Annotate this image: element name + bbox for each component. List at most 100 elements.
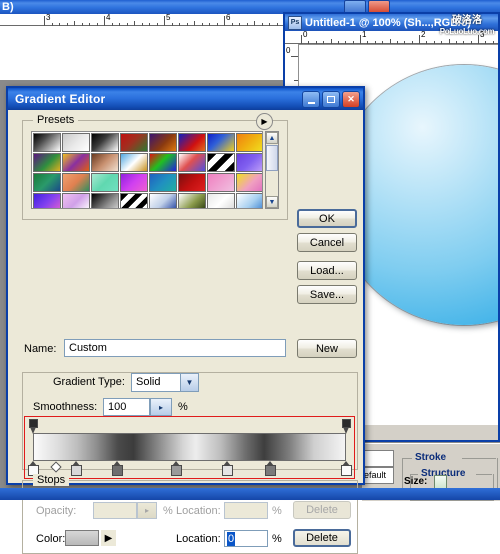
- load-button[interactable]: Load...: [297, 261, 357, 280]
- preset-swatch[interactable]: [207, 133, 235, 152]
- doc-ruler-minor-tick: [455, 41, 457, 44]
- color-stop-marker[interactable]: [265, 461, 277, 476]
- stroke-size-stop-icon[interactable]: [434, 475, 447, 489]
- preset-swatch[interactable]: [178, 153, 206, 172]
- opacity-location-unit: %: [272, 505, 282, 517]
- preset-swatch[interactable]: [236, 133, 262, 152]
- color-location-input[interactable]: 0: [224, 530, 268, 547]
- doc-ruler-minor-tick: [352, 41, 354, 44]
- stroke-line-right: [462, 458, 496, 459]
- gradient-editor-window-buttons[interactable]: ✕: [302, 91, 360, 108]
- scrollbar-thumb[interactable]: [266, 145, 278, 171]
- name-input[interactable]: Custom: [64, 339, 286, 357]
- preset-swatch[interactable]: [207, 193, 235, 208]
- preset-swatch[interactable]: [91, 153, 119, 172]
- taskbar[interactable]: [0, 488, 500, 500]
- presets-group: Presets ▶ ▲ ▼: [22, 113, 288, 220]
- layer-style-default-box[interactable]: efault: [362, 467, 394, 484]
- smoothness-slider-arrow-icon[interactable]: ▸: [150, 398, 172, 416]
- preset-swatch[interactable]: [33, 193, 61, 208]
- opacity-stop-marker[interactable]: [341, 419, 351, 435]
- preset-menu-arrow-icon[interactable]: ▶: [256, 113, 273, 130]
- triangle-right-icon[interactable]: ▶: [101, 530, 116, 546]
- doc-ruler-minor-tick: [485, 41, 487, 44]
- ruler-major-tick: [164, 16, 165, 26]
- preset-swatch[interactable]: [62, 133, 90, 152]
- maximize-icon[interactable]: [322, 91, 340, 108]
- color-stop-marker[interactable]: [71, 461, 83, 476]
- chevron-down-icon[interactable]: ▼: [266, 196, 278, 208]
- color-stop-marker[interactable]: [221, 461, 233, 476]
- save-button[interactable]: Save...: [297, 285, 357, 304]
- ok-button[interactable]: OK: [297, 209, 357, 228]
- color-delete-button[interactable]: Delete: [293, 529, 351, 547]
- preset-swatch[interactable]: [33, 153, 61, 172]
- doc-ruler-minor-tick: [308, 41, 310, 44]
- preset-swatch[interactable]: [33, 133, 61, 152]
- cancel-button[interactable]: Cancel: [297, 233, 357, 252]
- gradient-preview-bar[interactable]: [33, 433, 346, 461]
- preset-swatch[interactable]: [236, 193, 262, 208]
- preset-swatch[interactable]: [178, 133, 206, 152]
- doc-vruler-tick: [291, 56, 298, 57]
- preset-swatch[interactable]: [149, 153, 177, 172]
- smoothness-input[interactable]: 100: [103, 398, 150, 416]
- color-stop-square: [340, 465, 352, 476]
- preset-swatch[interactable]: [236, 153, 262, 172]
- presets-label: Presets: [33, 114, 79, 126]
- preset-swatch[interactable]: [120, 173, 148, 192]
- preset-swatch[interactable]: [207, 153, 235, 172]
- layer-style-box-top[interactable]: [362, 450, 394, 467]
- presets-swatch-list[interactable]: [31, 131, 263, 209]
- preset-swatch[interactable]: [178, 193, 206, 208]
- doc-ruler-minor-tick: [426, 41, 428, 44]
- gradient-type-select[interactable]: Solid ▼: [131, 373, 199, 392]
- minimize-icon[interactable]: [302, 91, 320, 108]
- preset-swatch[interactable]: [62, 153, 90, 172]
- preset-swatch[interactable]: [62, 173, 90, 192]
- preset-swatch[interactable]: [207, 173, 235, 192]
- doc-ruler-minor-tick: [492, 41, 494, 44]
- preset-swatch[interactable]: [149, 133, 177, 152]
- preset-swatch[interactable]: [178, 173, 206, 192]
- preset-swatch[interactable]: [149, 193, 177, 208]
- color-stop-square: [221, 465, 233, 476]
- gradient-editor-titlebar[interactable]: Gradient Editor ✕: [8, 88, 363, 110]
- application-title: B): [2, 1, 14, 13]
- close-icon[interactable]: ✕: [342, 91, 360, 108]
- doc-ruler-tick-label: 1: [362, 30, 367, 39]
- ruler-tick-label: 4: [106, 13, 111, 22]
- color-stops-track[interactable]: [27, 461, 352, 477]
- gradient-editor-dialog[interactable]: Gradient Editor ✕ Presets ▶ ▲ ▼ Name: Cu…: [6, 86, 365, 554]
- gradient-midpoint-diamond[interactable]: [50, 461, 62, 473]
- new-button[interactable]: New: [297, 339, 357, 358]
- presets-swatch-grid[interactable]: [32, 132, 262, 208]
- preset-swatch[interactable]: [91, 193, 119, 208]
- doc-ruler-minor-tick: [374, 41, 376, 44]
- photoshop-document-icon: Ps: [288, 15, 302, 30]
- preset-swatch[interactable]: [236, 173, 262, 192]
- doc-ruler-minor-tick: [345, 41, 347, 44]
- preset-swatch[interactable]: [120, 133, 148, 152]
- preset-swatch[interactable]: [149, 173, 177, 192]
- preset-swatch[interactable]: [33, 173, 61, 192]
- preset-swatch[interactable]: [62, 193, 90, 208]
- color-stop-marker[interactable]: [112, 461, 123, 476]
- preset-swatch[interactable]: [120, 153, 148, 172]
- color-swatch[interactable]: [65, 530, 99, 546]
- color-stop-marker[interactable]: [171, 461, 183, 476]
- chevron-down-icon[interactable]: ▼: [180, 374, 198, 391]
- doc-ruler-minor-tick: [323, 41, 325, 44]
- preset-swatch[interactable]: [91, 173, 119, 192]
- preset-swatch[interactable]: [120, 193, 148, 208]
- chevron-up-icon[interactable]: ▲: [266, 132, 278, 144]
- opacity-stops-track[interactable]: [28, 419, 351, 435]
- opacity-stop-marker[interactable]: [28, 419, 38, 435]
- ruler-major-tick: [104, 16, 105, 26]
- preset-swatch[interactable]: [91, 133, 119, 152]
- smoothness-unit: %: [178, 401, 188, 413]
- opacity-location-label: Location:: [176, 505, 221, 517]
- color-stop-marker[interactable]: [340, 461, 352, 476]
- presets-scrollbar[interactable]: ▲ ▼: [265, 131, 279, 209]
- doc-ruler-minor-tick: [448, 39, 450, 44]
